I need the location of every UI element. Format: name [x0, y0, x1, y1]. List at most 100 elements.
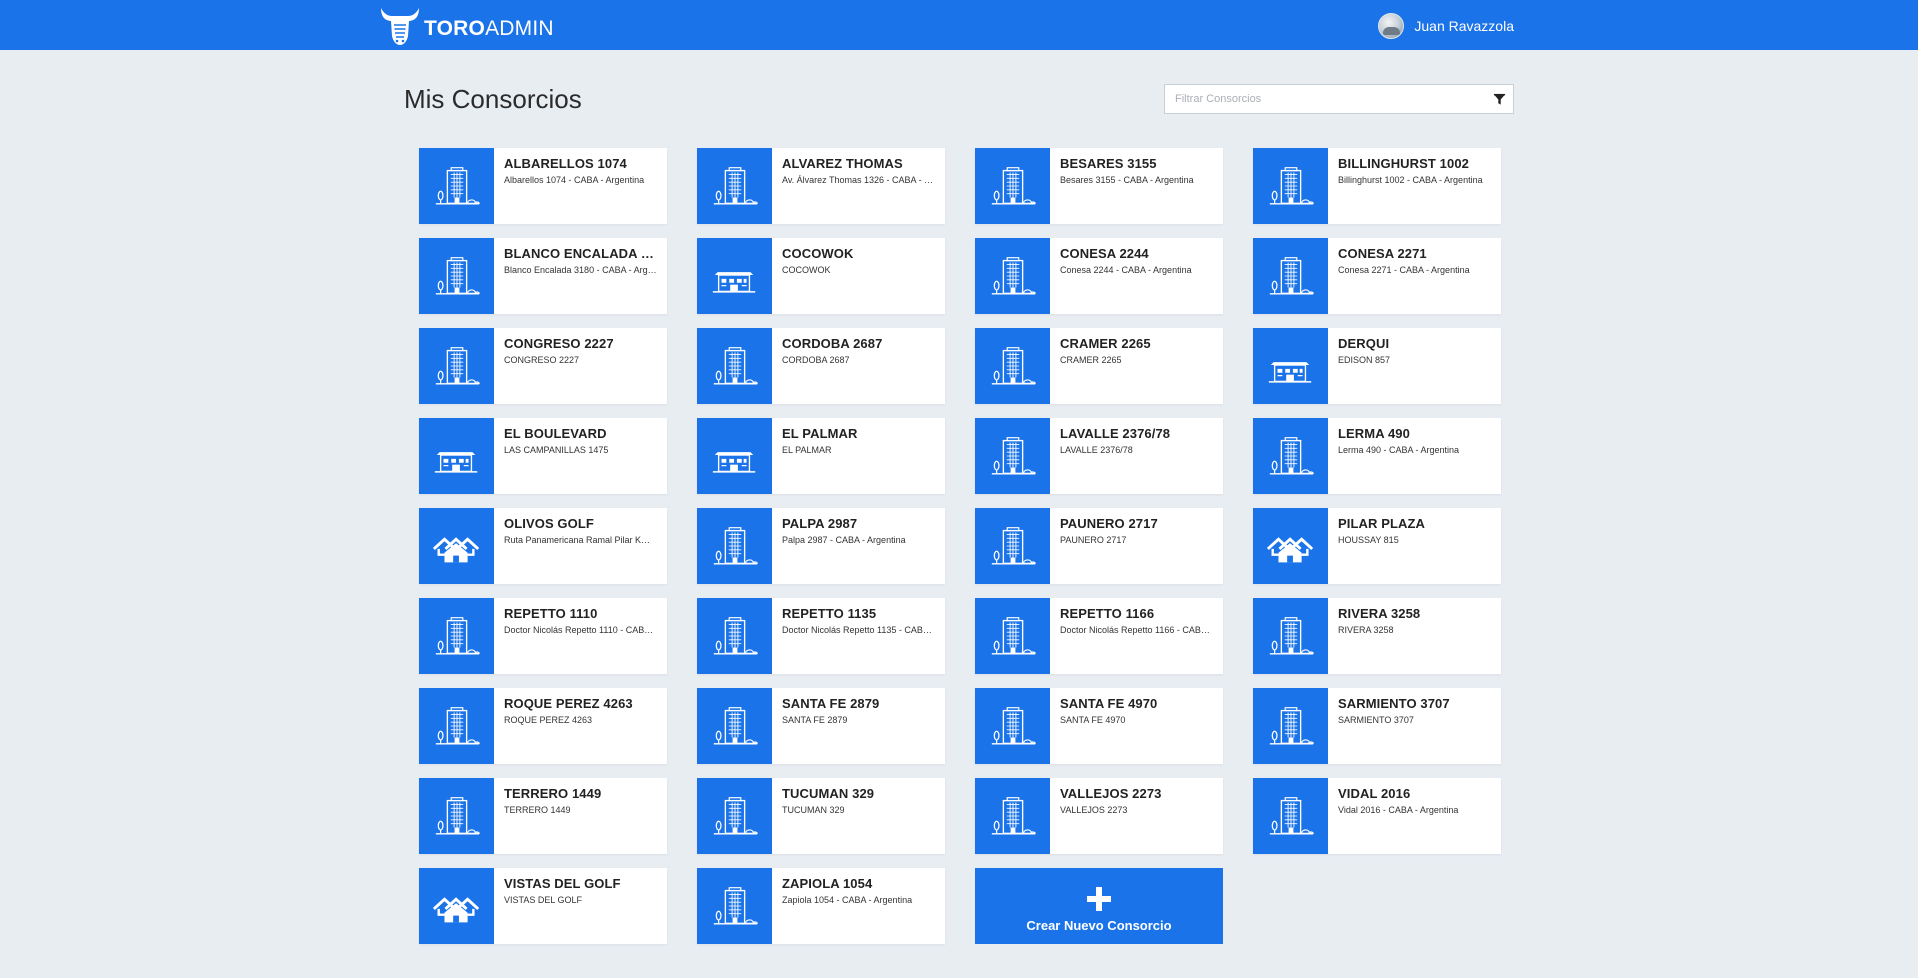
consorcio-card[interactable]: BESARES 3155 Besares 3155 - CABA - Argent…: [975, 148, 1223, 224]
page-title: Mis Consorcios: [404, 84, 582, 114]
card-icon-tile: [697, 148, 772, 224]
consorcio-name: SARMIENTO 3707: [1338, 696, 1450, 711]
consorcio-card[interactable]: COCOWOK COCOWOK: [697, 238, 945, 314]
consorcio-address: SANTA FE 2879: [782, 715, 848, 725]
card-icon-tile: [975, 688, 1050, 764]
consorcio-card[interactable]: ALBARELLOS 1074 Albarellos 1074 - CABA - …: [419, 148, 667, 224]
card-body: DERQUI EDISON 857: [1328, 328, 1501, 404]
card-body: BESARES 3155 Besares 3155 - CABA - Argent…: [1050, 148, 1223, 224]
card-icon-tile: [975, 328, 1050, 404]
consorcio-address: Palpa 2987 - CABA - Argentina: [782, 535, 906, 545]
consorcio-card[interactable]: CONGRESO 2227 CONGRESO 2227: [419, 328, 667, 404]
card-icon-tile: [1253, 598, 1328, 674]
card-icon-tile: [697, 868, 772, 944]
card-icon-tile: [419, 598, 494, 674]
tower-building-icon: [434, 347, 480, 385]
consorcio-card[interactable]: TERRERO 1449 TERRERO 1449: [419, 778, 667, 854]
consorcio-name: CONESA 2271: [1338, 246, 1427, 261]
card-body: SANTA FE 2879 SANTA FE 2879: [772, 688, 945, 764]
consorcio-card[interactable]: VIDAL 2016 Vidal 2016 - CABA - Argentina: [1253, 778, 1501, 854]
card-body: ZAPIOLA 1054 Zapiola 1054 - CABA - Argent…: [772, 868, 945, 944]
consorcio-address: VISTAS DEL GOLF: [504, 895, 583, 905]
tower-building-icon: [712, 167, 758, 205]
consorcio-card[interactable]: VALLEJOS 2273 VALLEJOS 2273: [975, 778, 1223, 854]
consorcio-name: VIDAL 2016: [1338, 786, 1411, 801]
user-menu[interactable]: Juan Ravazzola: [1378, 13, 1514, 39]
card-icon-tile: [697, 598, 772, 674]
filter-button[interactable]: [1485, 85, 1513, 113]
card-body: CORDOBA 2687 CORDOBA 2687: [772, 328, 945, 404]
tower-building-icon: [990, 707, 1036, 745]
card-icon-tile: [419, 868, 494, 944]
consorcio-card[interactable]: REPETTO 1110 Doctor Nicolás Repetto 1110 …: [419, 598, 667, 674]
consorcio-card[interactable]: EL BOULEVARD LAS CAMPANILLAS 1475: [419, 418, 667, 494]
consorcio-card[interactable]: BLANCO ENCALADA 3180 Blanco Encalada 3180…: [419, 238, 667, 314]
tower-building-icon: [712, 797, 758, 835]
consorcio-name: LERMA 490: [1338, 426, 1410, 441]
consorcio-name: ROQUE PEREZ 4263: [504, 696, 633, 711]
consorcio-card[interactable]: SARMIENTO 3707 SARMIENTO 3707: [1253, 688, 1501, 764]
consorcio-name: VISTAS DEL GOLF: [504, 876, 621, 891]
card-body: LERMA 490 Lerma 490 - CABA - Argentina: [1328, 418, 1501, 494]
consorcio-address: EL PALMAR: [782, 445, 832, 455]
consorcio-name: REPETTO 1110: [504, 606, 598, 621]
consorcio-card[interactable]: LERMA 490 Lerma 490 - CABA - Argentina: [1253, 418, 1501, 494]
tower-building-icon: [1268, 257, 1314, 295]
consorcio-card[interactable]: CORDOBA 2687 CORDOBA 2687: [697, 328, 945, 404]
tower-building-icon: [990, 617, 1036, 655]
consorcio-card[interactable]: CRAMER 2265 CRAMER 2265: [975, 328, 1223, 404]
card-body: CONGRESO 2227 CONGRESO 2227: [494, 328, 667, 404]
card-icon-tile: [975, 148, 1050, 224]
consorcio-card[interactable]: REPETTO 1135 Doctor Nicolás Repetto 1135 …: [697, 598, 945, 674]
card-icon-tile: [419, 238, 494, 314]
consorcio-name: TERRERO 1449: [504, 786, 602, 801]
consorcio-card[interactable]: CONESA 2244 Conesa 2244 - CABA - Argentin…: [975, 238, 1223, 314]
consorcio-name: CRAMER 2265: [1060, 336, 1151, 351]
tower-building-icon: [1268, 437, 1314, 475]
consorcio-card[interactable]: PALPA 2987 Palpa 2987 - CABA - Argentina: [697, 508, 945, 584]
consorcio-address: ROQUE PEREZ 4263: [504, 715, 593, 725]
consorcios-grid: ALBARELLOS 1074 Albarellos 1074 - CABA - …: [419, 148, 1501, 944]
consorcio-card[interactable]: PAUNERO 2717 PAUNERO 2717: [975, 508, 1223, 584]
consorcio-card[interactable]: SANTA FE 4970 SANTA FE 4970: [975, 688, 1223, 764]
consorcio-card[interactable]: CONESA 2271 Conesa 2271 - CABA - Argentin…: [1253, 238, 1501, 314]
filter-input[interactable]: [1165, 85, 1485, 113]
consorcio-address: Lerma 490 - CABA - Argentina: [1338, 445, 1460, 455]
consorcio-card[interactable]: LAVALLE 2376/78 LAVALLE 2376/78: [975, 418, 1223, 494]
card-body: COCOWOK COCOWOK: [772, 238, 945, 314]
tower-building-icon: [712, 887, 758, 925]
consorcio-address: Vidal 2016 - CABA - Argentina: [1338, 805, 1459, 815]
consorcio-card[interactable]: RIVERA 3258 RIVERA 3258: [1253, 598, 1501, 674]
consorcio-address: CONGRESO 2227: [504, 355, 580, 365]
card-icon-tile: [1253, 328, 1328, 404]
consorcio-card[interactable]: OLIVOS GOLF Ruta Panamericana Ramal Pilar…: [419, 508, 667, 584]
create-consorcio-button[interactable]: Crear Nuevo Consorcio: [975, 868, 1223, 944]
filter-box: [1164, 84, 1514, 114]
consorcio-card[interactable]: REPETTO 1166 Doctor Nicolás Repetto 1166 …: [975, 598, 1223, 674]
consorcio-name: REPETTO 1135: [782, 606, 877, 621]
consorcio-card[interactable]: PILAR PLAZA HOUSSAY 815: [1253, 508, 1501, 584]
consorcio-card[interactable]: VISTAS DEL GOLF VISTAS DEL GOLF: [419, 868, 667, 944]
card-body: SARMIENTO 3707 SARMIENTO 3707: [1328, 688, 1501, 764]
consorcio-address: Albarellos 1074 - CABA - Argentina: [504, 175, 645, 185]
consorcio-name: CORDOBA 2687: [782, 336, 883, 351]
consorcio-card[interactable]: ROQUE PEREZ 4263 ROQUE PEREZ 4263: [419, 688, 667, 764]
card-body: BILLINGHURST 1002 Billinghurst 1002 - CAB…: [1328, 148, 1501, 224]
card-body: PILAR PLAZA HOUSSAY 815: [1328, 508, 1501, 584]
consorcio-card[interactable]: BILLINGHURST 1002 Billinghurst 1002 - CAB…: [1253, 148, 1501, 224]
tower-building-icon: [1268, 797, 1314, 835]
tower-building-icon: [712, 347, 758, 385]
consorcio-address: CORDOBA 2687: [782, 355, 850, 365]
consorcio-name: REPETTO 1166: [1060, 606, 1155, 621]
tower-building-icon: [434, 617, 480, 655]
card-body: VISTAS DEL GOLF VISTAS DEL GOLF: [494, 868, 667, 944]
consorcio-card[interactable]: ZAPIOLA 1054 Zapiola 1054 - CABA - Argent…: [697, 868, 945, 944]
toroadmin-logo[interactable]: TOROADMIN: [378, 4, 554, 46]
consorcio-card[interactable]: EL PALMAR EL PALMAR: [697, 418, 945, 494]
consorcio-card[interactable]: TUCUMAN 329 TUCUMAN 329: [697, 778, 945, 854]
card-body: CONESA 2271 Conesa 2271 - CABA - Argentin…: [1328, 238, 1501, 314]
consorcio-card[interactable]: SANTA FE 2879 SANTA FE 2879: [697, 688, 945, 764]
consorcio-name: SANTA FE 4970: [1060, 696, 1158, 711]
consorcio-card[interactable]: ALVAREZ THOMAS Av. Álvarez Thomas 1326 - …: [697, 148, 945, 224]
consorcio-card[interactable]: DERQUI EDISON 857: [1253, 328, 1501, 404]
